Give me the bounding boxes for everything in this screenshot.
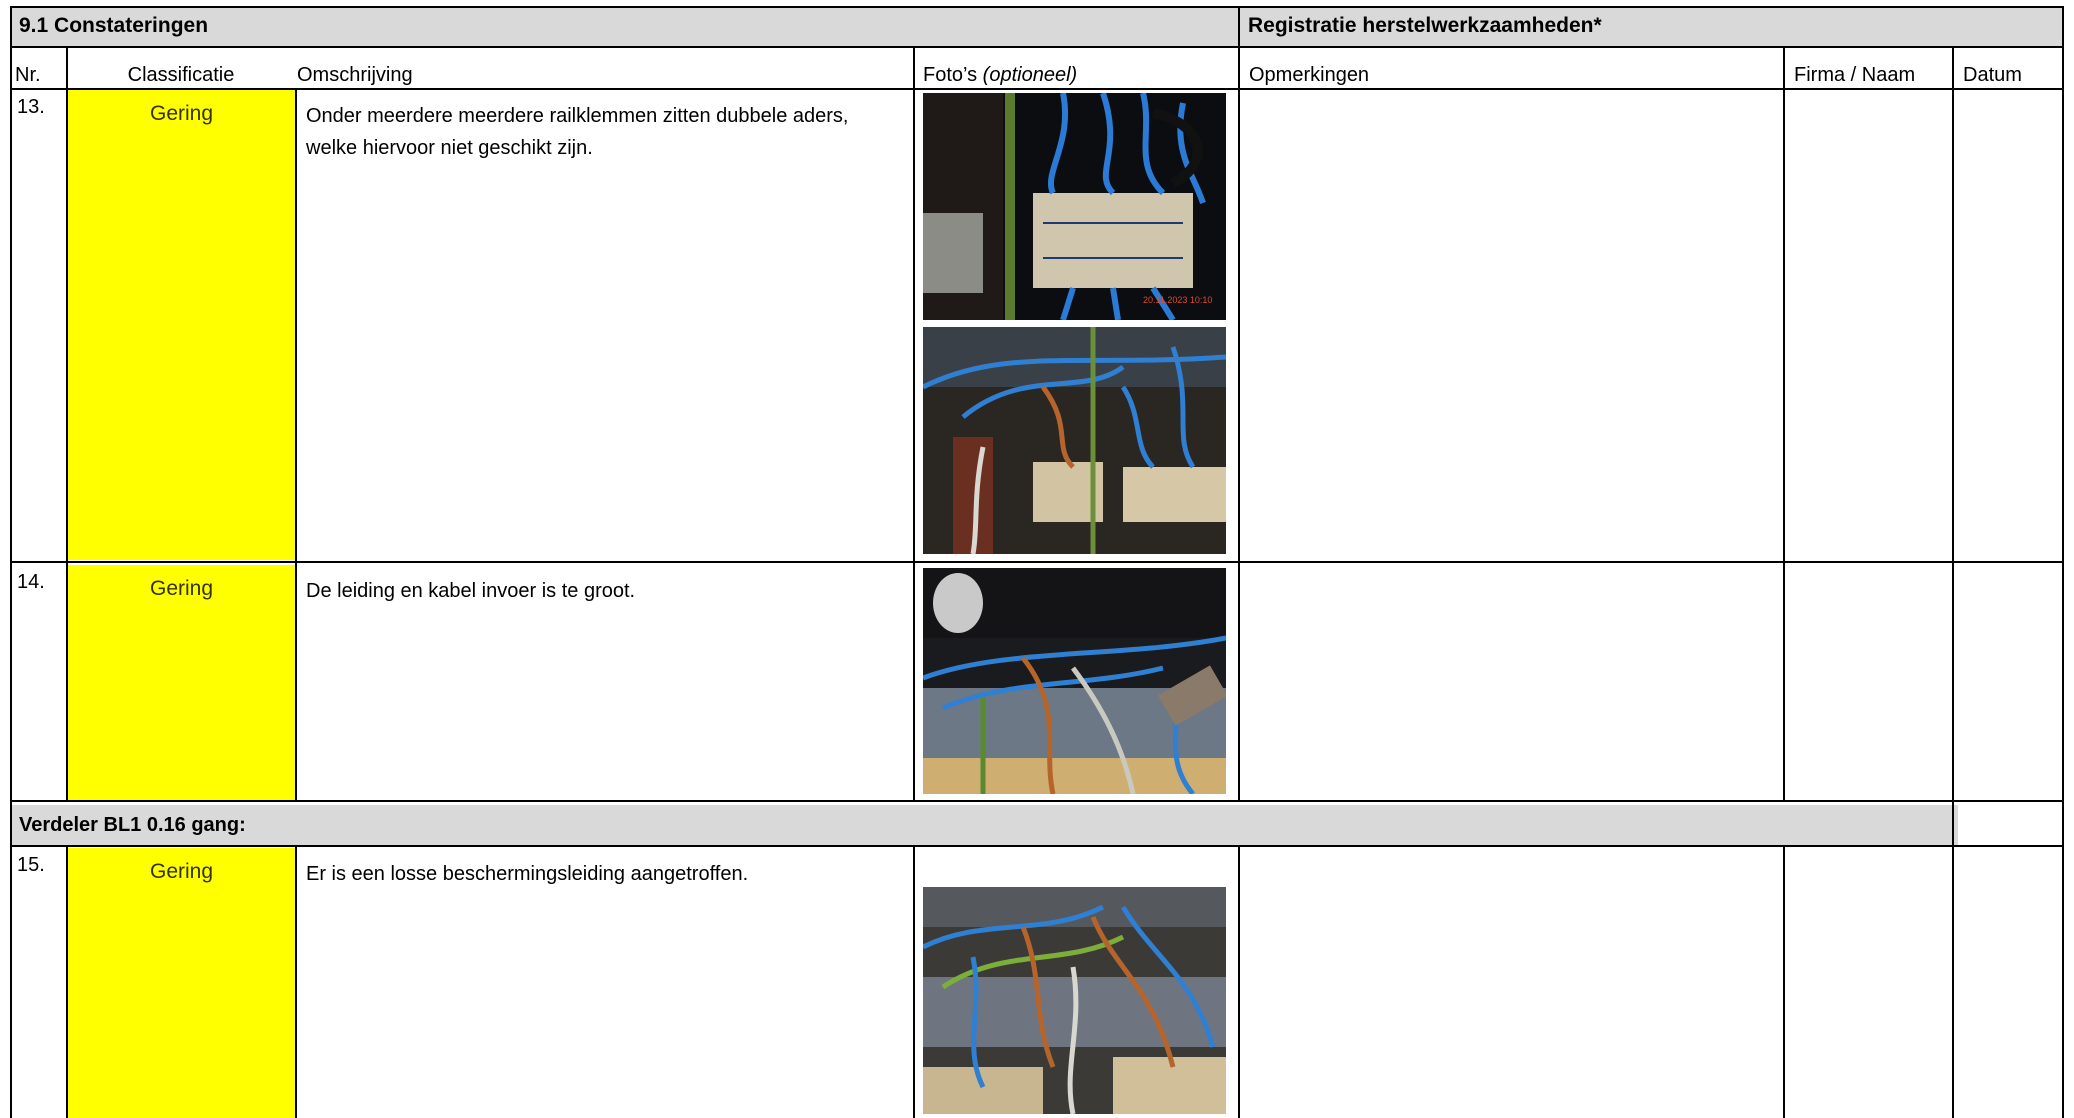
grid-line (1952, 46, 1954, 1118)
row-14-classificatie: Gering (67, 565, 296, 800)
row-13-photo-1-timestamp: 20.11.2023 10:10 (1143, 295, 1212, 305)
grid-line (10, 46, 2064, 48)
row-13-omschrijving-line1: Onder meerdere meerdere railklemmen zitt… (306, 105, 849, 127)
row-15-omschrijving-line1: Er is een losse beschermingsleiding aang… (306, 863, 749, 885)
registration-title: Registratie herstelwerkzaamheden* (1239, 6, 2064, 46)
grid-line (66, 845, 68, 1118)
row-13-nr: 13. (17, 96, 45, 118)
row-14-omschrijving: De leiding en kabel invoer is te groot. (296, 565, 914, 800)
row-15-classificatie: Gering (67, 848, 296, 1118)
row-15-photo-1 (923, 887, 1226, 1114)
row-13-omschrijving-line2: welke hiervoor niet geschikt zijn. (306, 137, 593, 159)
col-header-fotos-label: Foto’s (923, 64, 978, 86)
grid-line (10, 6, 12, 1118)
row-13-photo-2 (923, 327, 1226, 554)
grid-line (10, 561, 2064, 563)
grid-line (1783, 46, 1785, 800)
grid-line (66, 46, 68, 800)
row-13-classificatie: Gering (67, 90, 296, 560)
row-13-omschrijving: Onder meerdere meerdere railklemmen zitt… (296, 90, 914, 560)
grid-line (295, 88, 297, 800)
grid-line (10, 88, 2064, 90)
grid-line (10, 6, 2064, 8)
grid-line (10, 800, 2064, 802)
row-13-photo-1: 20.11.2023 10:10 (923, 93, 1226, 320)
grid-line (10, 845, 2064, 847)
grid-line (1238, 6, 1240, 800)
inspection-table: 9.1 Constateringen Registratie herstelwe… (0, 0, 2074, 1118)
row-14-omschrijving-line1: De leiding en kabel invoer is te groot. (306, 580, 636, 602)
row-14-photo-1 (923, 568, 1226, 794)
row-15-nr: 15. (17, 854, 45, 876)
grid-line (1783, 845, 1785, 1118)
grid-line (913, 845, 915, 1118)
grid-line (1238, 845, 1240, 1118)
subsection-title: Verdeler BL1 0.16 gang: (10, 805, 1958, 845)
row-14-nr: 14. (17, 571, 45, 593)
grid-line (295, 845, 297, 1118)
section-title: 9.1 Constateringen (10, 6, 1239, 46)
grid-line (913, 46, 915, 800)
grid-line (2062, 6, 2064, 1118)
col-header-fotos-optional: (optioneel) (982, 64, 1078, 86)
row-15-omschrijving: Er is een losse beschermingsleiding aang… (296, 848, 914, 1118)
